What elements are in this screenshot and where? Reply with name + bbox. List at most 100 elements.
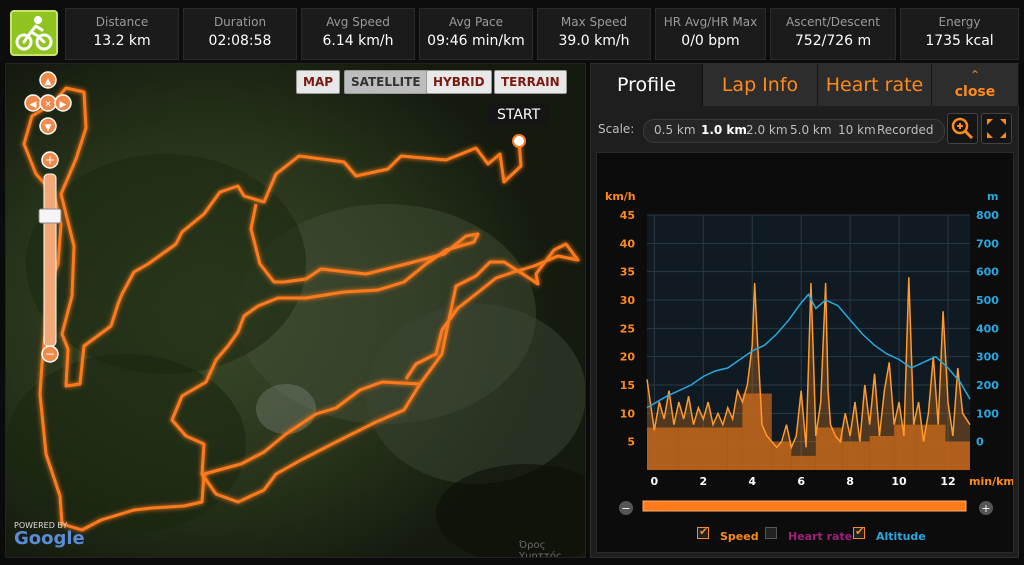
scale-option-1km[interactable]: 1.0 km [701, 123, 747, 137]
stat-distance: Distance 13.2 km [65, 8, 179, 60]
heart-rate-checkbox[interactable] [765, 527, 777, 539]
stat-value: 39.0 km/h [558, 33, 630, 49]
map-type-terrain-button[interactable]: TERRAIN [494, 70, 567, 94]
tab-lap-info[interactable]: Lap Info [703, 64, 818, 106]
stat-value: 0/0 bpm [681, 33, 740, 49]
check-icon: ✔ [699, 525, 709, 538]
close-button[interactable]: ⌃ close [932, 64, 1019, 106]
right-tick-label: 100 [976, 407, 999, 420]
left-tick-label: 45 [620, 209, 635, 222]
expand-icon [987, 119, 1006, 138]
right-tick-label: 800 [976, 209, 999, 222]
x-tick-label: 4 [748, 475, 756, 488]
scale-option-recorded[interactable]: Recorded [877, 123, 933, 137]
check-icon: ✔ [855, 525, 865, 538]
left-tick-label: 20 [620, 351, 636, 364]
svg-text:▲: ▲ [45, 77, 52, 87]
left-tick-label: 15 [620, 379, 635, 392]
map-type-hybrid-button[interactable]: HYBRID [426, 70, 492, 94]
x-tick-label: 10 [891, 475, 907, 488]
x-axis-unit: min/km [969, 475, 1013, 488]
stat-energy: Energy 1735 kcal [900, 8, 1019, 60]
stat-label: Duration [213, 15, 267, 29]
zoom-slider-track[interactable] [43, 173, 57, 347]
stat-duration: Duration 02:08:58 [183, 8, 297, 60]
cycling-activity-logo [10, 10, 58, 56]
chevron-up-icon: ⌃ [969, 68, 981, 82]
right-tick-label: 500 [976, 294, 999, 307]
timeline-range-bar[interactable] [642, 500, 967, 512]
stat-label: Max Speed [560, 15, 628, 29]
cyclist-icon [15, 16, 53, 51]
left-axis-unit: km/h [605, 190, 636, 203]
left-tick-label: 10 [620, 407, 636, 420]
x-tick-label: 2 [699, 475, 707, 488]
tab-profile[interactable]: Profile [591, 64, 703, 106]
right-tick-label: 0 [976, 436, 984, 449]
right-tick-label: 600 [976, 266, 999, 279]
svg-text:+: + [981, 502, 990, 515]
x-tick-label: 6 [797, 475, 805, 488]
altitude-checkbox[interactable]: ✔ [853, 525, 865, 539]
svg-text:✕: ✕ [44, 100, 52, 110]
stat-label: Ascent/Descent [786, 15, 880, 29]
chart-canvas: 5101520253035404501002003004005006007008… [605, 190, 1015, 515]
x-tick-label: 8 [846, 475, 854, 488]
map-type-satellite-button[interactable]: SATELLITE [344, 70, 428, 94]
stat-max-speed: Max Speed 39.0 km/h [537, 8, 651, 60]
stat-label: Distance [95, 15, 149, 29]
stat-label: HR Avg/HR Max [663, 15, 758, 29]
scale-label: Scale: [598, 122, 635, 136]
right-tick-label: 400 [976, 322, 999, 335]
google-logo[interactable]: Google [14, 528, 85, 549]
svg-text:▶: ▶ [60, 100, 67, 110]
speed-checkbox[interactable]: ✔ [697, 525, 709, 539]
left-tick-label: 40 [620, 237, 636, 250]
left-tick-label: 5 [627, 436, 635, 449]
route-map[interactable]: ▲ ◀ ✕ ▶ ▼ + − POWERED BY Google Όρος Υμη… [5, 63, 586, 558]
scale-selector: 0.5 km 1.0 km 2.0 km 5.0 km 10 km Record… [643, 119, 945, 143]
legend-altitude-label: Altitude [876, 530, 926, 543]
right-tick-label: 700 [976, 237, 999, 250]
fullscreen-button[interactable] [981, 113, 1012, 144]
stat-value: 09:46 min/km [427, 33, 525, 49]
stat-value: 6.14 km/h [322, 33, 394, 49]
svg-text:−: − [621, 502, 630, 515]
scale-option-10km[interactable]: 10 km [838, 123, 876, 137]
svg-text:−: − [45, 347, 55, 361]
scale-option-0-5km[interactable]: 0.5 km [654, 123, 696, 137]
x-tick-label: 12 [940, 475, 955, 488]
scale-option-5km[interactable]: 5.0 km [790, 123, 832, 137]
stat-heart-rate: HR Avg/HR Max 0/0 bpm [655, 8, 766, 60]
stat-value: 1735 kcal [925, 33, 994, 49]
magnifier-icon [951, 117, 974, 140]
zoom-slider-handle[interactable] [38, 208, 62, 224]
legend-heart-rate-label: Heart rate [788, 530, 853, 543]
left-tick-label: 35 [620, 266, 635, 279]
stat-label: Avg Pace [448, 15, 504, 29]
zoom-chart-button[interactable] [947, 113, 978, 144]
legend-speed-label: Speed [720, 530, 759, 543]
stat-value: 02:08:58 [208, 33, 272, 49]
map-type-map-button[interactable]: MAP [296, 70, 341, 94]
close-label: close [954, 84, 996, 100]
right-tick-label: 300 [976, 351, 999, 364]
profile-panel: Profile Lap Info Heart rate ⌃ close Scal… [590, 63, 1019, 558]
x-tick-label: 0 [651, 475, 659, 488]
profile-chart[interactable]: 5 10 15 20 25 30 35 40 45 0 100 200 300 400 500 600 700 8… [596, 152, 1015, 553]
left-tick-label: 25 [620, 322, 635, 335]
scale-option-2km[interactable]: 2.0 km [746, 123, 788, 137]
svg-text:▼: ▼ [45, 123, 52, 133]
svg-text:+: + [45, 153, 55, 167]
stat-ascent-descent: Ascent/Descent 752/726 m [770, 8, 896, 60]
stat-avg-pace: Avg Pace 09:46 min/km [419, 8, 533, 60]
stat-avg-speed: Avg Speed 6.14 km/h [301, 8, 415, 60]
stat-label: Avg Speed [326, 15, 390, 29]
svg-text:◀: ◀ [30, 100, 37, 110]
left-tick-label: 30 [620, 294, 636, 307]
tab-heart-rate[interactable]: Heart rate [818, 64, 932, 106]
satellite-imagery: ▲ ◀ ✕ ▶ ▼ + − [6, 64, 585, 557]
stat-value: 752/726 m [794, 33, 872, 49]
stat-value: 13.2 km [93, 33, 151, 49]
start-marker[interactable] [512, 134, 526, 148]
